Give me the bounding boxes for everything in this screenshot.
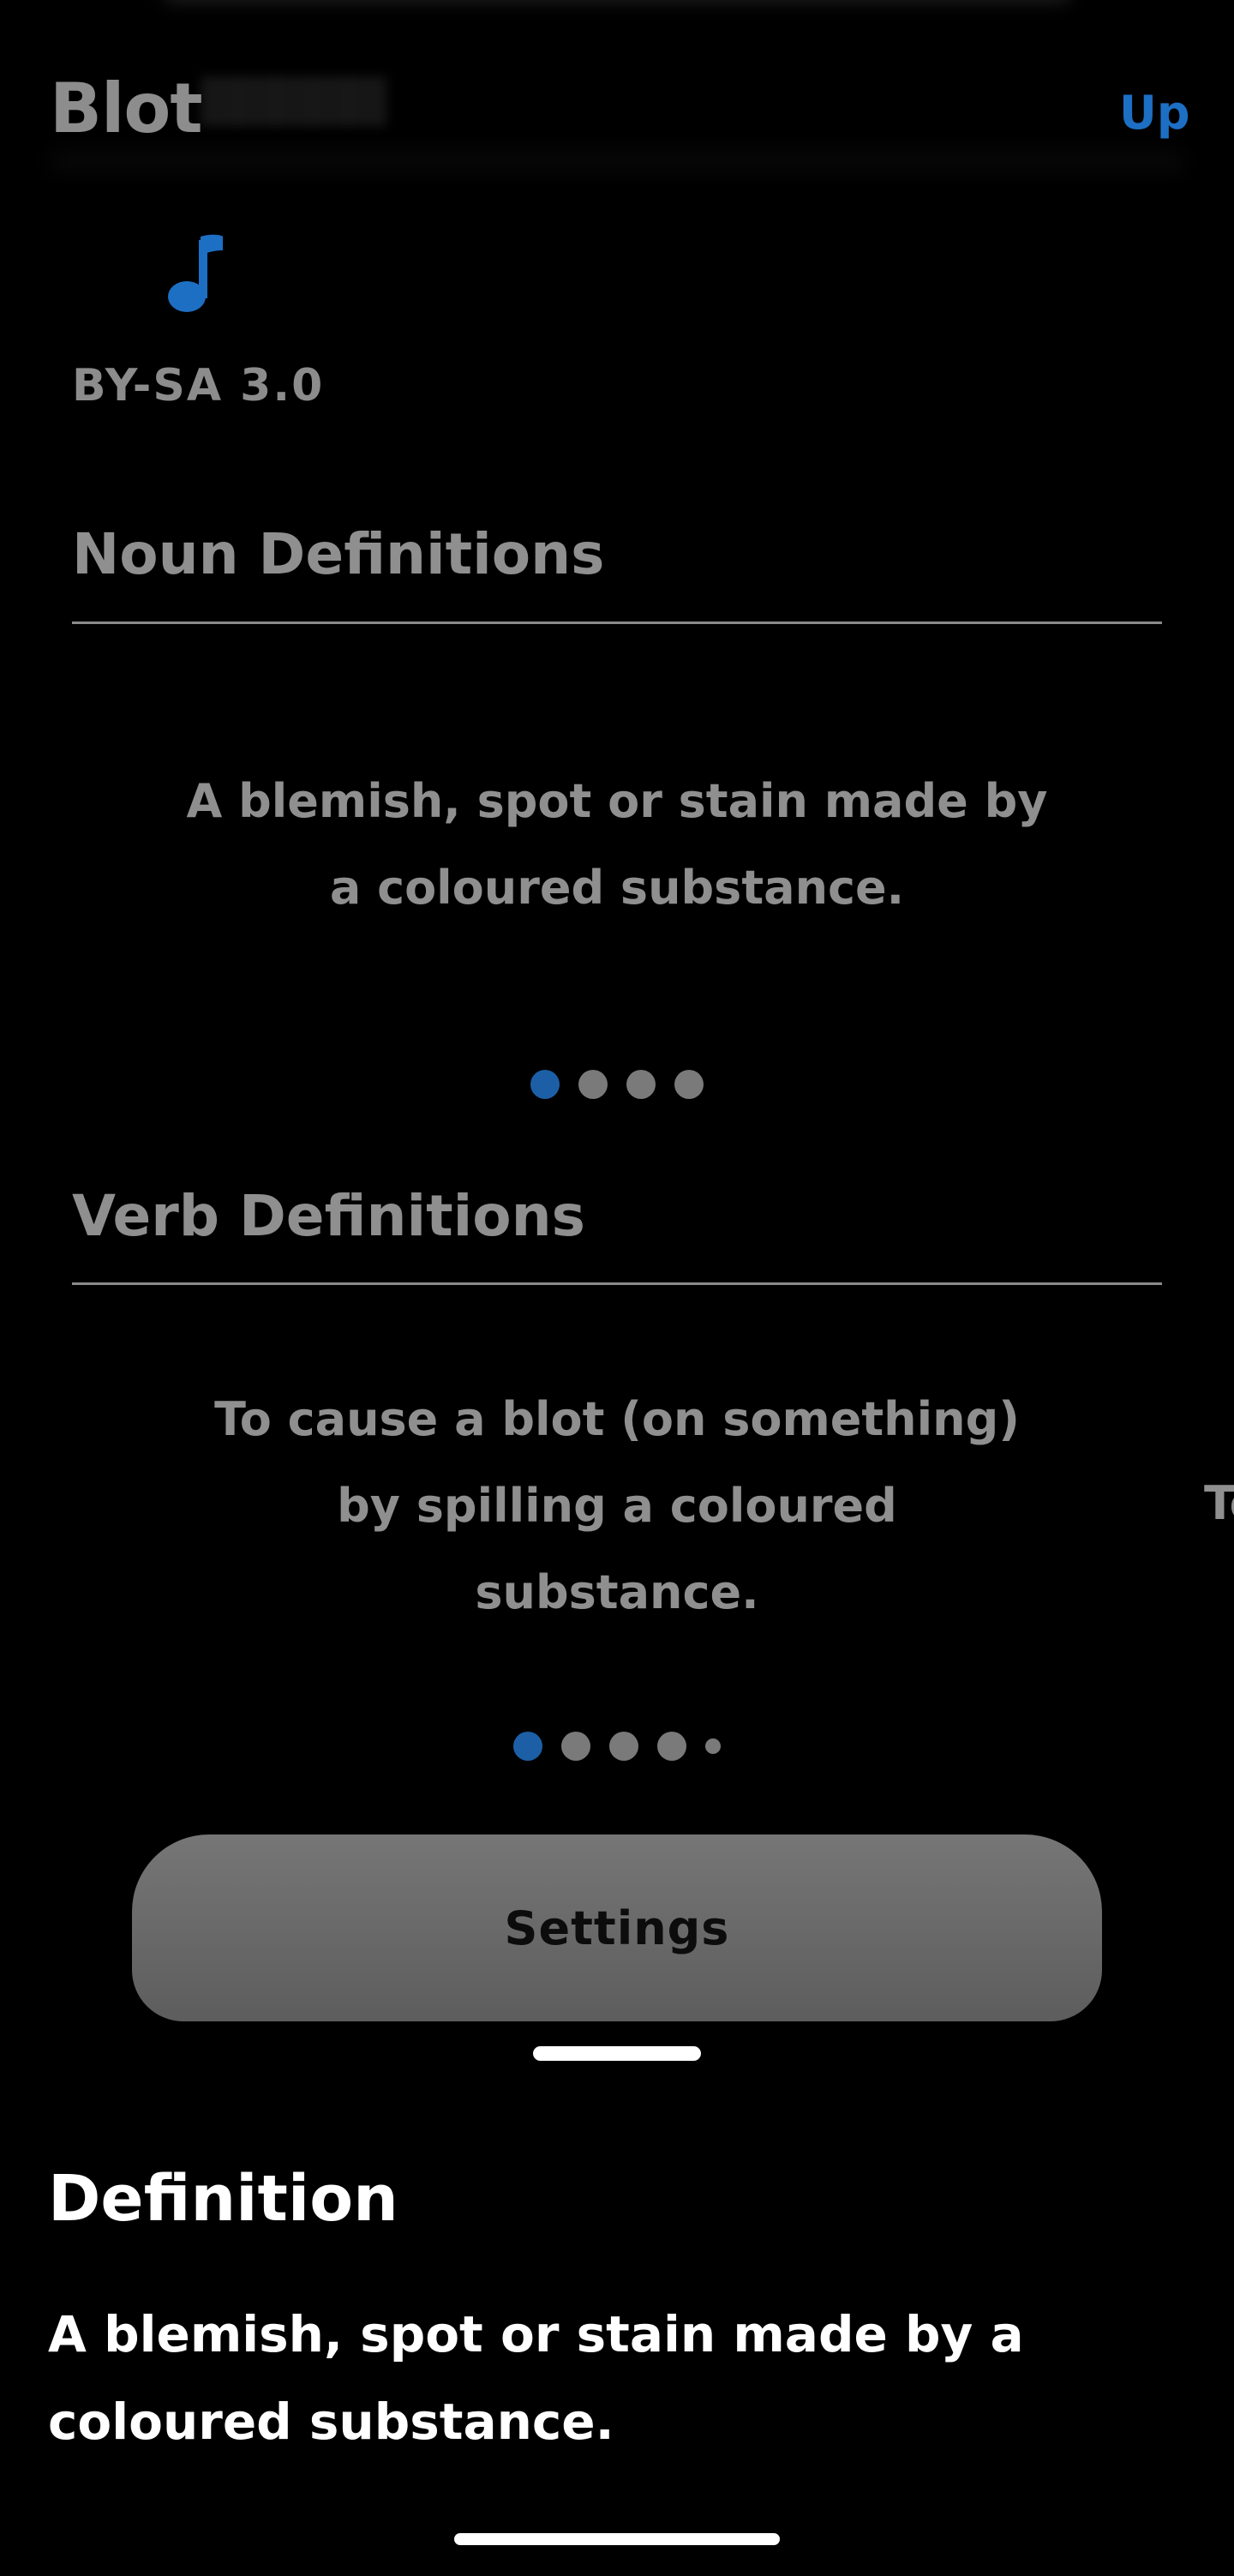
verb-definitions-heading: Verb Definitions: [72, 1183, 585, 1249]
background-blur-top: [163, 0, 1071, 2]
page-dot[interactable]: [609, 1732, 638, 1761]
definition-popup-title: Definition: [48, 2162, 398, 2236]
word-title: Blot: [50, 69, 203, 148]
header-blur: [51, 153, 1183, 170]
page-dot[interactable]: [561, 1732, 590, 1761]
page-dot-small[interactable]: [705, 1738, 721, 1754]
noun-divider: [72, 621, 1162, 624]
verb-divider: [72, 1282, 1162, 1285]
music-note-icon[interactable]: [166, 233, 226, 315]
page-dot[interactable]: [657, 1732, 686, 1761]
definition-popup-body: A blemish, spot or stain made by a colou…: [48, 2305, 1024, 2451]
noun-page-indicator[interactable]: [530, 1070, 704, 1099]
noun-definition-card[interactable]: A blemish, spot or stain made by a colou…: [171, 758, 1063, 931]
up-button[interactable]: Up: [1119, 86, 1190, 140]
page-dot-active[interactable]: [530, 1070, 560, 1099]
next-definition-peek[interactable]: To: [1204, 1476, 1234, 1530]
settings-button-label: Settings: [504, 1900, 730, 1955]
page-dot[interactable]: [626, 1070, 656, 1099]
page-dot[interactable]: [578, 1070, 608, 1099]
home-indicator[interactable]: [454, 2533, 780, 2545]
page-dot[interactable]: [674, 1070, 704, 1099]
settings-button[interactable]: Settings: [132, 1834, 1102, 2021]
sheet-drag-handle[interactable]: [533, 2046, 701, 2061]
page-dot-active[interactable]: [513, 1732, 542, 1761]
license-label: BY-SA 3.0: [72, 360, 325, 411]
noun-definitions-heading: Noun Definitions: [72, 521, 605, 587]
blurred-header-overlay: ▇▇▇▇▇: [201, 70, 386, 126]
verb-page-indicator[interactable]: [497, 1732, 737, 1761]
verb-definition-card[interactable]: To cause a blot (on something) by spilli…: [206, 1376, 1028, 1636]
